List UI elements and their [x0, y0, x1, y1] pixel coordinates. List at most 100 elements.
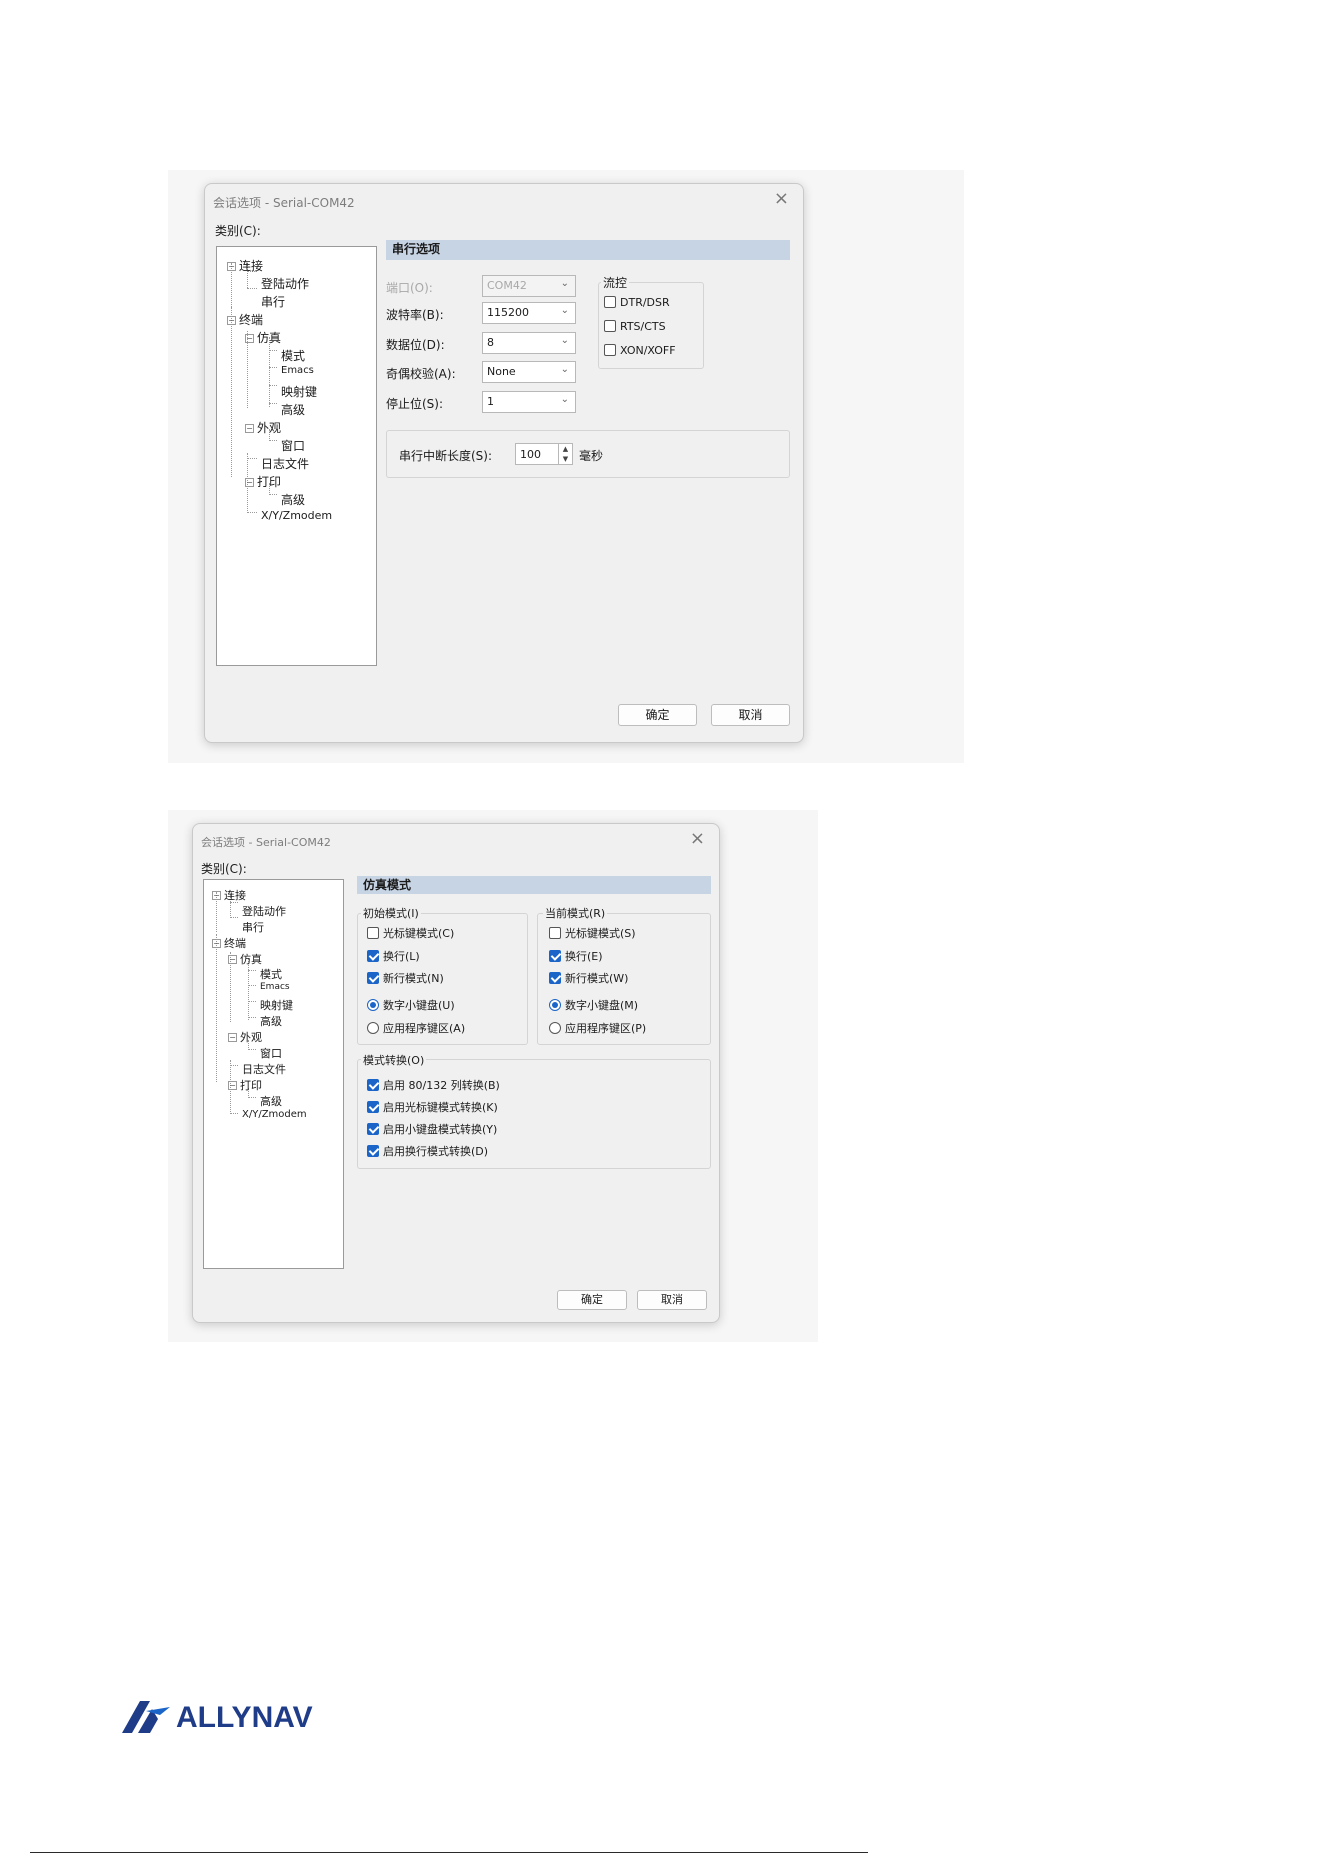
baud-rate-label: 波特率(B):	[386, 308, 444, 322]
category-tree[interactable]: − 连接 登陆动作 串行 − 终端 − 仿真 模式 Emacs 映射键 高级 − 外观 …	[203, 879, 344, 1269]
xon-xoff-checkbox[interactable]: XON/XOFF	[604, 344, 676, 357]
collapse-icon[interactable]: −	[228, 1081, 237, 1090]
break-length-spinner[interactable]: 100 ▲ ▼	[515, 443, 573, 465]
collapse-icon[interactable]: −	[228, 1033, 237, 1042]
checkbox-box[interactable]	[367, 950, 379, 962]
tree-item-emacs[interactable]: Emacs	[260, 982, 290, 992]
current-cursor-key-checkbox[interactable]: 光标键模式(S)	[549, 925, 636, 941]
category-tree[interactable]: − 连接 登陆动作 串行 − 终端 − 仿真 模式 Emacs 映射键 高级 − 外观 …	[216, 246, 377, 666]
parity-label: 奇偶校验(A):	[386, 367, 456, 381]
tree-item-advanced[interactable]: 高级	[281, 401, 305, 418]
tree-item-print-advanced[interactable]: 高级	[260, 1093, 282, 1109]
stop-bits-select[interactable]: 1 ⌄	[482, 391, 576, 413]
tree-item-log-file[interactable]: 日志文件	[261, 455, 309, 472]
initial-cursor-key-checkbox[interactable]: 光标键模式(C)	[367, 925, 454, 941]
cancel-button[interactable]: 取消	[637, 1290, 707, 1310]
rts-cts-checkbox[interactable]: RTS/CTS	[604, 320, 666, 333]
checkbox-box[interactable]	[367, 1123, 379, 1135]
collapse-icon[interactable]: −	[212, 939, 221, 948]
current-linefeed-checkbox[interactable]: 换行(E)	[549, 948, 603, 964]
initial-application-keypad-radio[interactable]: 应用程序键区(A)	[367, 1020, 465, 1036]
enable-keypad-switch-checkbox[interactable]: 启用小键盘模式转换(Y)	[367, 1121, 497, 1137]
document-page: 会话选项 - Serial-COM42 × 类别(C): − 连接 登陆动作 串…	[0, 0, 1324, 1872]
ok-button[interactable]: 确定	[618, 704, 697, 726]
initial-newline-checkbox[interactable]: 新行模式(N)	[367, 970, 444, 986]
checkbox-box[interactable]	[549, 972, 561, 984]
ok-button[interactable]: 确定	[557, 1290, 627, 1310]
current-numeric-keypad-radio[interactable]: 数字小键盘(M)	[549, 997, 638, 1013]
radio-dot[interactable]	[549, 1022, 561, 1034]
close-icon[interactable]: ×	[774, 190, 789, 208]
radio-dot[interactable]	[367, 999, 379, 1011]
tree-item-log-file[interactable]: 日志文件	[242, 1061, 286, 1077]
collapse-icon[interactable]: −	[227, 262, 236, 271]
enable-80-132-switch-checkbox[interactable]: 启用 80/132 列转换(B)	[367, 1077, 500, 1093]
tree-item-emulation[interactable]: − 仿真	[228, 951, 262, 967]
chevron-down-icon: ⌄	[560, 278, 569, 289]
data-bits-select[interactable]: 8 ⌄	[482, 332, 576, 354]
tree-item-modes[interactable]: 模式	[281, 347, 305, 364]
dtr-dsr-checkbox[interactable]: DTR/DSR	[604, 296, 670, 309]
tree-item-keymap[interactable]: 映射键	[260, 997, 293, 1013]
checkbox-box[interactable]	[367, 1079, 379, 1091]
window-title: 会话选项 - Serial-COM42	[213, 196, 355, 210]
tree-item-emacs[interactable]: Emacs	[281, 365, 314, 376]
radio-dot[interactable]	[367, 1022, 379, 1034]
collapse-icon[interactable]: −	[212, 891, 221, 900]
mode-switch-title: 模式转换(O)	[361, 1052, 427, 1068]
tree-item-appearance[interactable]: − 外观	[245, 419, 281, 436]
tree-item-print-advanced[interactable]: 高级	[281, 491, 305, 508]
current-newline-checkbox[interactable]: 新行模式(W)	[549, 970, 628, 986]
baud-rate-select[interactable]: 115200 ⌄	[482, 302, 576, 324]
tree-item-emulation[interactable]: − 仿真	[245, 329, 281, 346]
collapse-icon[interactable]: −	[245, 334, 254, 343]
tree-item-print[interactable]: − 打印	[228, 1077, 262, 1093]
tree-item-connection[interactable]: − 连接	[212, 887, 246, 903]
current-application-keypad-radio[interactable]: 应用程序键区(P)	[549, 1020, 646, 1036]
spin-arrows-icon[interactable]: ▲ ▼	[558, 444, 572, 464]
tree-item-appearance[interactable]: − 外观	[228, 1029, 262, 1045]
checkbox-box[interactable]	[549, 950, 561, 962]
initial-linefeed-checkbox[interactable]: 换行(L)	[367, 948, 420, 964]
tree-item-xyzmodem[interactable]: X/Y/Zmodem	[261, 509, 332, 522]
flow-control-title: 流控	[601, 274, 630, 291]
collapse-icon[interactable]: −	[245, 424, 254, 433]
enable-cursor-key-switch-checkbox[interactable]: 启用光标键模式转换(K)	[367, 1099, 498, 1115]
radio-dot[interactable]	[549, 999, 561, 1011]
chevron-down-icon: ⌄	[560, 335, 569, 346]
tree-item-serial[interactable]: 串行	[242, 919, 264, 935]
break-length-label: 串行中断长度(S):	[399, 449, 493, 463]
collapse-icon[interactable]: −	[245, 478, 254, 487]
checkbox-box[interactable]	[604, 296, 616, 308]
tree-item-terminal[interactable]: − 终端	[227, 311, 263, 328]
tree-item-print[interactable]: − 打印	[245, 473, 281, 490]
checkbox-box[interactable]	[367, 1101, 379, 1113]
session-options-dialog-emulation: 会话选项 - Serial-COM42 × 类别(C): − 连接 登陆动作 串…	[192, 823, 720, 1323]
enable-linefeed-switch-checkbox[interactable]: 启用换行模式转换(D)	[367, 1143, 488, 1159]
checkbox-box[interactable]	[367, 972, 379, 984]
tree-item-login-actions[interactable]: 登陆动作	[261, 275, 309, 292]
checkbox-box[interactable]	[604, 320, 616, 332]
tree-item-advanced[interactable]: 高级	[260, 1013, 282, 1029]
tree-item-window[interactable]: 窗口	[260, 1045, 282, 1061]
tree-item-window[interactable]: 窗口	[281, 437, 305, 454]
tree-item-xyzmodem[interactable]: X/Y/Zmodem	[242, 1109, 307, 1120]
tree-item-login-actions[interactable]: 登陆动作	[242, 903, 286, 919]
initial-mode-title: 初始模式(I)	[361, 905, 421, 921]
tree-item-connection[interactable]: − 连接	[227, 257, 263, 274]
collapse-icon[interactable]: −	[228, 955, 237, 964]
checkbox-box[interactable]	[604, 344, 616, 356]
cancel-button[interactable]: 取消	[711, 704, 790, 726]
collapse-icon[interactable]: −	[227, 316, 236, 325]
tree-item-terminal[interactable]: − 终端	[212, 935, 246, 951]
checkbox-box[interactable]	[367, 927, 379, 939]
close-icon[interactable]: ×	[690, 830, 705, 848]
chevron-down-icon: ⌄	[560, 364, 569, 375]
checkbox-box[interactable]	[367, 1145, 379, 1157]
tree-item-keymap[interactable]: 映射键	[281, 383, 317, 400]
parity-select[interactable]: None ⌄	[482, 361, 576, 383]
tree-item-modes[interactable]: 模式	[260, 966, 282, 982]
checkbox-box[interactable]	[549, 927, 561, 939]
initial-numeric-keypad-radio[interactable]: 数字小键盘(U)	[367, 997, 455, 1013]
tree-item-serial[interactable]: 串行	[261, 293, 285, 310]
